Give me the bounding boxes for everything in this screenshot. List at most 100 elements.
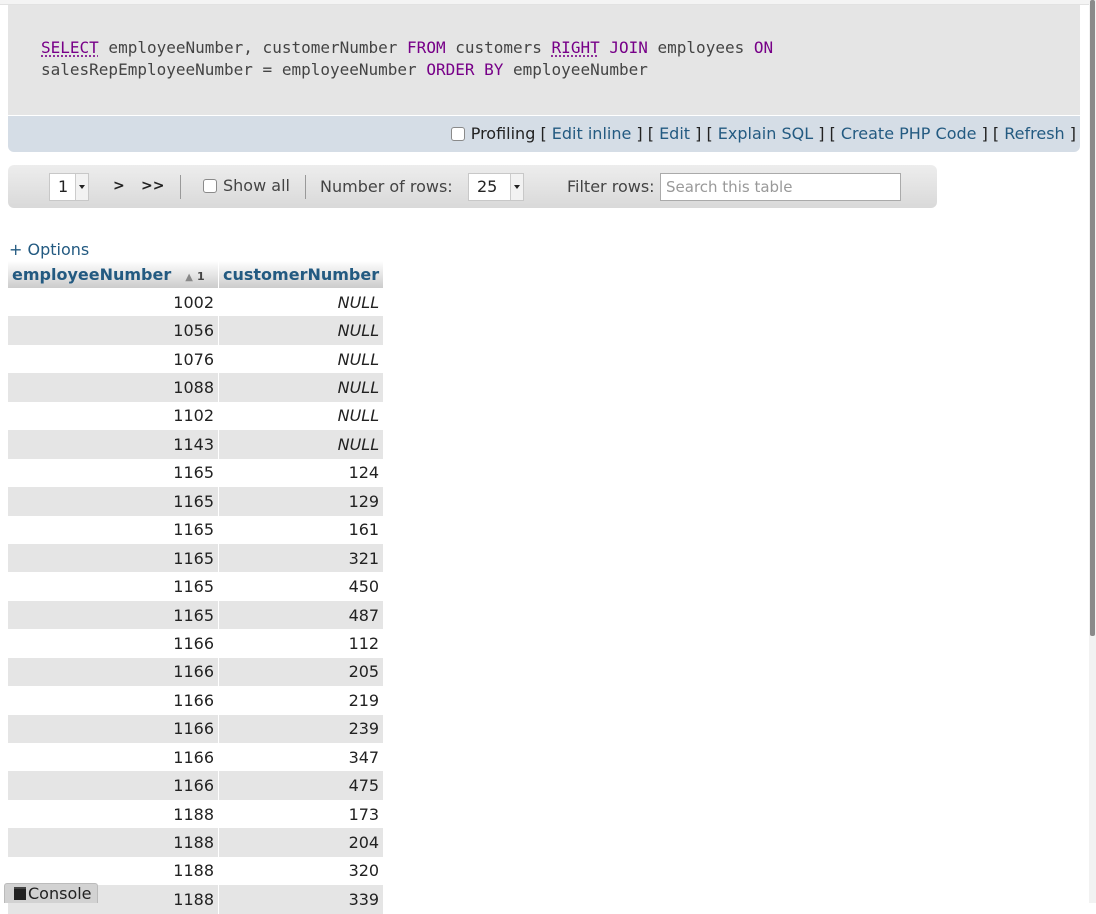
cell-customernumber[interactable]: 320: [218, 856, 385, 886]
cell-customernumber[interactable]: 450: [218, 572, 385, 601]
cell-customernumber[interactable]: NULL: [218, 373, 385, 402]
cell-employeenumber[interactable]: 1165: [8, 572, 219, 601]
table-row[interactable]: 1165 129: [8, 487, 385, 516]
vertical-scrollbar[interactable]: [1089, 0, 1096, 903]
rows-per-page-select[interactable]: 25: [468, 173, 524, 201]
cell-customernumber[interactable]: NULL: [218, 316, 385, 345]
create-php-code-link[interactable]: Create PHP Code: [841, 124, 977, 143]
table-row[interactable]: 1002 NULL: [8, 288, 385, 317]
table-row[interactable]: 1165 321: [8, 543, 385, 573]
profiling-checkbox[interactable]: [450, 127, 465, 141]
scrollbar-thumb[interactable]: [1090, 0, 1095, 636]
sql-keyword-select[interactable]: SELECT: [41, 38, 99, 57]
cell-customernumber[interactable]: NULL: [218, 401, 385, 431]
table-header-row: employeeNumber ▲ 1 customerNumber: [8, 261, 385, 288]
sql-keyword-join: JOIN: [609, 38, 648, 57]
cell-employeenumber[interactable]: 1076: [8, 344, 219, 374]
sql-keyword-right[interactable]: RIGHT: [552, 38, 600, 57]
page-select-value: 1: [58, 177, 69, 196]
table-row[interactable]: 1165 124: [8, 458, 385, 488]
cell-employeenumber[interactable]: 1002: [8, 288, 219, 317]
page-select[interactable]: 1: [49, 173, 89, 201]
cell-customernumber[interactable]: 204: [218, 828, 385, 857]
cell-employeenumber[interactable]: 1056: [8, 316, 219, 345]
column-header-customernumber[interactable]: customerNumber: [218, 261, 385, 288]
refresh-link[interactable]: Refresh: [1004, 124, 1064, 143]
cell-customernumber[interactable]: 475: [218, 771, 385, 800]
table-row[interactable]: 1143 NULL: [8, 430, 385, 459]
table-row[interactable]: 1088 NULL: [8, 373, 385, 402]
cell-employeenumber[interactable]: 1166: [8, 714, 219, 743]
cell-employeenumber[interactable]: 1143: [8, 430, 219, 459]
cell-customernumber[interactable]: NULL: [218, 288, 385, 317]
cell-employeenumber[interactable]: 1166: [8, 743, 219, 772]
cell-employeenumber[interactable]: 1165: [8, 515, 219, 544]
table-row[interactable]: 1166 205: [8, 657, 385, 687]
chevron-down-icon: [75, 174, 88, 200]
table-row[interactable]: 1188 204: [8, 828, 385, 857]
edit-link[interactable]: Edit: [659, 124, 690, 143]
console-tab[interactable]: Console: [4, 883, 98, 903]
chevron-down-icon: [510, 174, 523, 200]
sql-actions-bar: Profiling [ Edit inline ] [ Edit ] [ Exp…: [8, 116, 1080, 152]
cell-customernumber[interactable]: 347: [218, 743, 385, 772]
cell-employeenumber[interactable]: 1102: [8, 401, 219, 431]
table-row[interactable]: 1076 NULL: [8, 344, 385, 374]
last-page-button[interactable]: >>: [141, 178, 164, 194]
table-row[interactable]: 1188 173: [8, 799, 385, 829]
table-row[interactable]: 1166 239: [8, 714, 385, 743]
table-row[interactable]: 1102 NULL: [8, 401, 385, 431]
cell-customernumber[interactable]: 321: [218, 543, 385, 573]
show-all-checkbox[interactable]: [203, 179, 217, 193]
cell-employeenumber[interactable]: 1188: [8, 856, 219, 886]
cell-employeenumber[interactable]: 1165: [8, 458, 219, 488]
table-row[interactable]: 1188 320: [8, 856, 385, 886]
column-header-employeenumber[interactable]: employeeNumber ▲ 1: [8, 261, 219, 288]
results-table: employeeNumber ▲ 1 customerNumber 1002 NULL…: [8, 261, 385, 914]
cell-employeenumber[interactable]: 1188: [8, 828, 219, 857]
column-header-label: employeeNumber: [12, 265, 172, 284]
table-row[interactable]: 1165 450: [8, 572, 385, 601]
show-all-control[interactable]: Show all: [203, 176, 290, 195]
sort-ascending-icon: ▲: [185, 272, 193, 283]
cell-employeenumber[interactable]: 1166: [8, 686, 219, 715]
sql-table-employees: employees: [647, 38, 754, 57]
cell-customernumber[interactable]: NULL: [218, 344, 385, 374]
table-row[interactable]: 1166 112: [8, 629, 385, 658]
sql-table-customers: customers: [445, 38, 552, 57]
edit-inline-link[interactable]: Edit inline: [552, 124, 632, 143]
cell-employeenumber[interactable]: 1166: [8, 629, 219, 658]
sql-order-column: employeeNumber: [503, 60, 648, 79]
filter-rows-input[interactable]: Search this table: [660, 173, 901, 201]
cell-customernumber[interactable]: 124: [218, 458, 385, 488]
explain-sql-link[interactable]: Explain SQL: [718, 124, 813, 143]
options-link[interactable]: + Options: [9, 240, 89, 259]
cell-employeenumber[interactable]: 1165: [8, 487, 219, 516]
cell-customernumber[interactable]: 487: [218, 600, 385, 630]
cell-customernumber[interactable]: 239: [218, 714, 385, 743]
cell-customernumber[interactable]: 205: [218, 657, 385, 687]
cell-customernumber[interactable]: 173: [218, 799, 385, 829]
cell-employeenumber[interactable]: 1188: [8, 799, 219, 829]
table-row[interactable]: 1166 475: [8, 771, 385, 800]
cell-employeenumber[interactable]: 1088: [8, 373, 219, 402]
cell-customernumber[interactable]: 161: [218, 515, 385, 544]
table-row[interactable]: 1165 161: [8, 515, 385, 544]
divider: [305, 175, 306, 199]
table-row[interactable]: 1166 219: [8, 686, 385, 715]
cell-customernumber[interactable]: 339: [218, 885, 385, 914]
table-row[interactable]: 1165 487: [8, 600, 385, 630]
table-row[interactable]: 1056 NULL: [8, 316, 385, 345]
cell-employeenumber[interactable]: 1165: [8, 600, 219, 630]
cell-customernumber[interactable]: 219: [218, 686, 385, 715]
next-page-button[interactable]: >: [113, 178, 125, 194]
cell-employeenumber[interactable]: 1165: [8, 543, 219, 573]
filter-rows-label: Filter rows:: [567, 177, 655, 196]
cell-employeenumber[interactable]: 1166: [8, 771, 219, 800]
table-row[interactable]: 1166 347: [8, 743, 385, 772]
cell-employeenumber[interactable]: 1166: [8, 657, 219, 687]
cell-customernumber[interactable]: 129: [218, 487, 385, 516]
profiling-label[interactable]: Profiling: [471, 124, 536, 143]
cell-customernumber[interactable]: 112: [218, 629, 385, 658]
cell-customernumber[interactable]: NULL: [218, 430, 385, 459]
